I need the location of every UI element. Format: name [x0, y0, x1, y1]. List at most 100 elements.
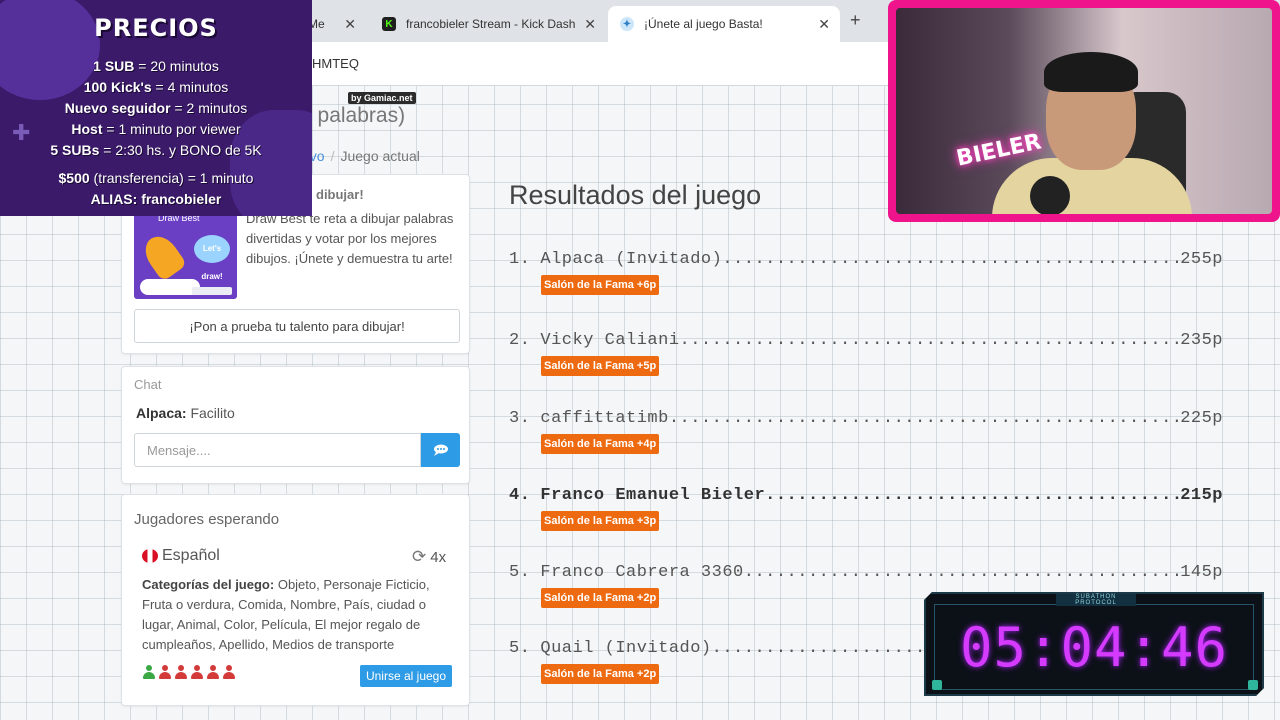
- player-avatar-icon: [206, 665, 220, 679]
- result-rank: 3.: [509, 409, 531, 428]
- result-score: 225p: [1180, 409, 1223, 428]
- price-value: = 1 minuto por viewer: [102, 121, 241, 137]
- price-line: 1 SUB = 20 minutos: [0, 58, 312, 74]
- result-row: 2. Vicky Caliani 235p Salón de la Fama +5p: [509, 331, 1223, 376]
- price-line: Host = 1 minuto por viewer: [0, 121, 312, 137]
- result-dots: [669, 409, 1180, 428]
- game-language: Español: [142, 547, 220, 565]
- result-rank: 5.: [509, 563, 531, 582]
- rounds-count: 4x: [430, 548, 447, 566]
- player-avatar-icon: [158, 665, 172, 679]
- chat-input[interactable]: Mensaje....: [134, 433, 421, 467]
- result-player-name: Franco Cabrera 3360: [540, 563, 744, 582]
- address-text: HMTEQ: [312, 56, 359, 71]
- cloud-icon: [140, 279, 200, 295]
- result-line: 4. Franco Emanuel Bieler 215p: [509, 486, 1223, 505]
- result-rank: 2.: [509, 331, 531, 350]
- hall-of-fame-badge: Salón de la Fama +6p: [541, 275, 660, 295]
- chat-message: Alpaca: Facilito: [136, 405, 235, 421]
- draw-best-image[interactable]: Draw Best Let's draw!: [134, 205, 237, 299]
- result-row: 3. caffittatimb 225p Salón de la Fama +4p: [509, 409, 1223, 454]
- chat-bubble-icon: [433, 444, 448, 456]
- breadcrumb: evo / Juego actual: [302, 148, 420, 164]
- tab-basta-game[interactable]: ✦ ¡Únete al juego Basta! ✕: [608, 6, 840, 42]
- result-score: 235p: [1180, 331, 1223, 350]
- new-tab-button[interactable]: +: [850, 10, 861, 31]
- result-line: 5. Franco Cabrera 3360 145p: [509, 563, 1223, 582]
- player-avatar-icon: [174, 665, 188, 679]
- breadcrumb-separator: /: [330, 148, 335, 164]
- tab-label: ¡Únete al juego Basta!: [644, 17, 763, 31]
- result-line: 1. Alpaca (Invitado) 255p: [509, 250, 1223, 269]
- result-line: 2. Vicky Caliani 235p: [509, 331, 1223, 350]
- timer-digits: 05:04:46: [959, 616, 1229, 679]
- subathon-timer: SUBATHON PROTOCOL 05:04:46: [924, 592, 1264, 696]
- result-dots: [722, 250, 1180, 269]
- close-icon[interactable]: ✕: [818, 16, 830, 33]
- price-item: 100 Kick's: [83, 79, 152, 95]
- categories-label: Categorías del juego:: [142, 577, 275, 592]
- price-value: = 2:30 hs. y BONO de 5K: [99, 142, 262, 158]
- price-item: 1 SUB: [93, 58, 135, 74]
- speech-bubble: Let's draw!: [194, 235, 230, 281]
- hall-of-fame-badge: Salón de la Fama +2p: [541, 588, 660, 608]
- result-player-name: Vicky Caliani: [540, 331, 680, 350]
- try-draw-button[interactable]: ¡Pon a prueba tu talento para dibujar!: [134, 309, 460, 343]
- price-value: = 20 minutos: [134, 58, 219, 74]
- game-categories: Categorías del juego: Objeto, Personaje …: [142, 575, 454, 655]
- result-player-name: Alpaca (Invitado): [540, 250, 723, 269]
- rocket-icon: [138, 230, 188, 282]
- chat-message-text: Facilito: [190, 405, 235, 421]
- promo-title: dibujar!: [316, 187, 364, 202]
- close-icon[interactable]: ✕: [344, 16, 356, 33]
- hall-of-fame-badge: Salón de la Fama +3p: [541, 511, 660, 531]
- tab-kick-dashboard[interactable]: K francobieler Stream - Kick Dash ✕: [370, 6, 606, 42]
- hall-of-fame-badge: Salón de la Fama +4p: [541, 434, 660, 454]
- price-item: ALIAS: francobieler: [90, 191, 222, 207]
- result-player-name: Quail (Invitado): [540, 639, 712, 658]
- grid-icon: [1248, 680, 1258, 690]
- player-avatar-icon: [190, 665, 204, 679]
- tab-label: francobieler Stream - Kick Dash: [406, 17, 576, 31]
- streamer-headset: [1044, 52, 1138, 92]
- result-rank: 1.: [509, 250, 531, 269]
- price-line: ALIAS: francobieler: [0, 191, 312, 207]
- peru-flag-icon: [142, 549, 158, 563]
- result-dots: [744, 563, 1180, 582]
- close-icon[interactable]: ✕: [584, 16, 596, 33]
- result-row: 4. Franco Emanuel Bieler 215p Salón de la F…: [509, 486, 1223, 531]
- price-item: Nuevo seguidor: [64, 100, 171, 116]
- price-value: = 2 minutos: [170, 100, 248, 116]
- kick-icon: K: [382, 17, 396, 31]
- player-avatars: [142, 665, 236, 679]
- skull-icon: [932, 680, 942, 690]
- game-icon: ✦: [620, 17, 634, 31]
- hall-of-fame-badge: Salón de la Fama +5p: [541, 356, 660, 376]
- waiting-title: Jugadores esperando: [134, 511, 280, 528]
- timer-label: SUBATHON PROTOCOL: [1056, 594, 1136, 606]
- brand-logo: [192, 287, 232, 295]
- join-game-button[interactable]: Unirse al juego: [360, 665, 452, 687]
- page-title: e palabras): [300, 104, 406, 127]
- waiting-players-panel: Jugadores esperando Español ⟳ 4x Categor…: [121, 494, 470, 706]
- breadcrumb-current: Juego actual: [340, 148, 420, 164]
- result-score: 255p: [1180, 250, 1223, 269]
- chat-panel: Chat Alpaca: Facilito Mensaje....: [121, 366, 470, 484]
- price-line: Nuevo seguidor = 2 minutos: [0, 100, 312, 116]
- webcam-overlay: BIELER: [888, 0, 1280, 222]
- chat-message-user: Alpaca:: [136, 405, 187, 421]
- prices-overlay: ✚ PRECIOS 1 SUB = 20 minutos 100 Kick's =…: [0, 0, 312, 216]
- price-value: = 4 minutos: [151, 79, 229, 95]
- result-dots: [680, 331, 1181, 350]
- price-line: 5 SUBs = 2:30 hs. y BONO de 5K: [0, 142, 312, 158]
- player-avatar-icon: [142, 665, 156, 679]
- price-value: (transferencia) = 1 minuto: [89, 170, 254, 186]
- refresh-icon: ⟳: [412, 547, 427, 566]
- language-label: Español: [162, 547, 220, 564]
- hall-of-fame-badge: Salón de la Fama +2p: [541, 664, 660, 684]
- game-rounds: ⟳ 4x: [412, 547, 446, 567]
- send-button[interactable]: [421, 433, 460, 467]
- price-item: 5 SUBs: [50, 142, 100, 158]
- result-score: 215p: [1180, 486, 1223, 505]
- result-dots: [765, 486, 1180, 505]
